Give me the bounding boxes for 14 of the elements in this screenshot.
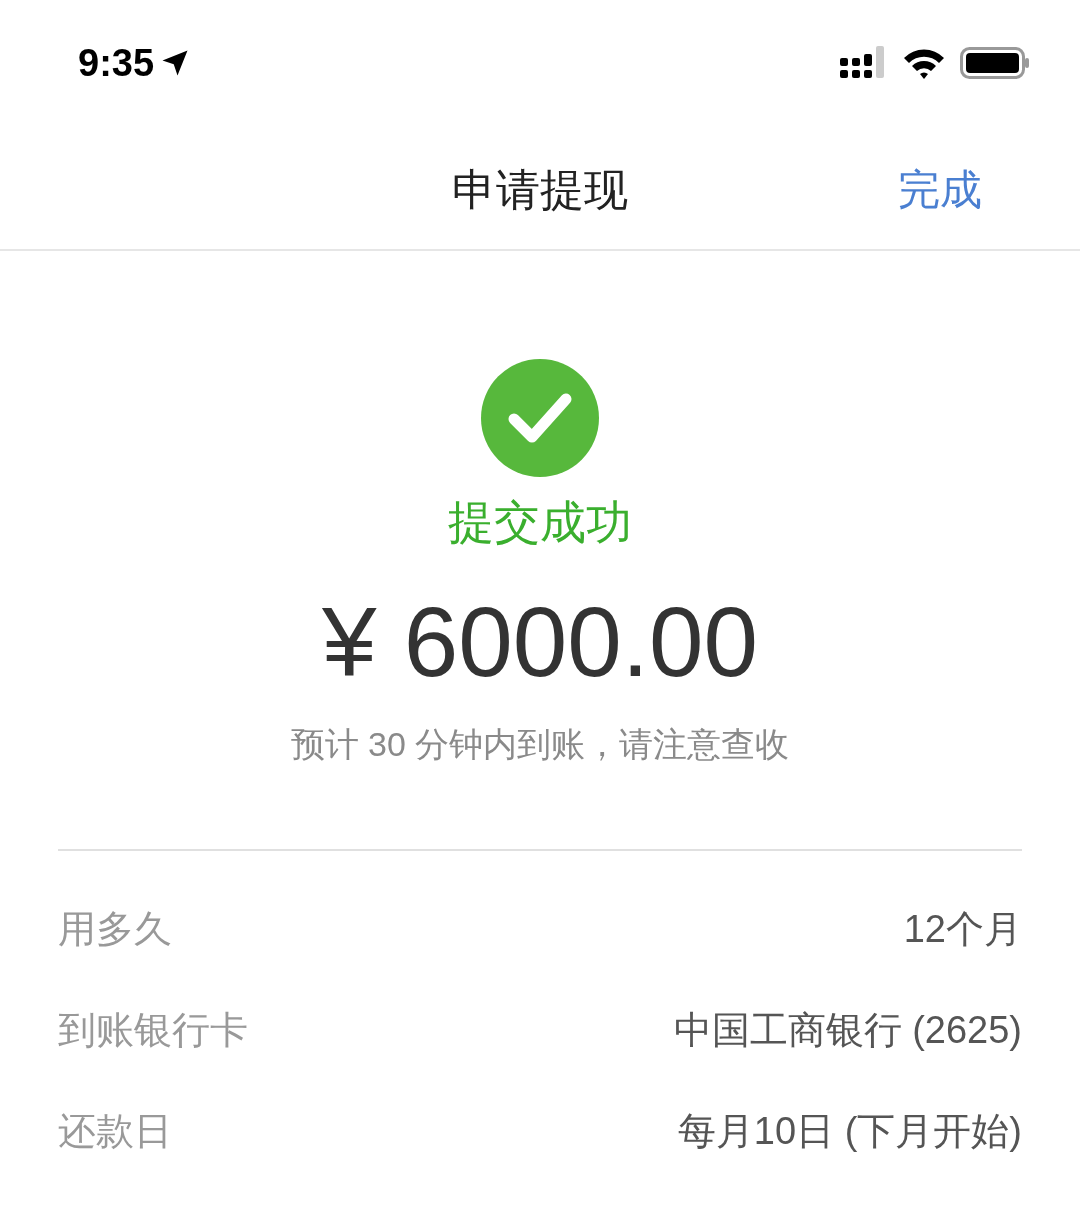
arrival-note: 预计 30 分钟内到账，请注意查收 [290, 727, 790, 761]
success-status: 提交成功 [448, 499, 632, 545]
detail-label: 还款日 [58, 1109, 172, 1154]
detail-value: 中国工商银行 (2625) [673, 1008, 1022, 1053]
detail-value: 12个月 [903, 907, 1022, 952]
page-title: 申请提现 [452, 163, 628, 216]
battery-icon [960, 46, 1030, 80]
detail-label: 用多久 [58, 907, 172, 952]
amount: ¥ 6000.00 [322, 593, 758, 691]
checkmark-icon [481, 359, 599, 477]
status-time: 9:35 [78, 40, 155, 86]
detail-value: 每月10日 (下月开始) [677, 1109, 1022, 1154]
detail-label: 到账银行卡 [58, 1008, 248, 1053]
done-button[interactable]: 完成 [898, 158, 982, 221]
